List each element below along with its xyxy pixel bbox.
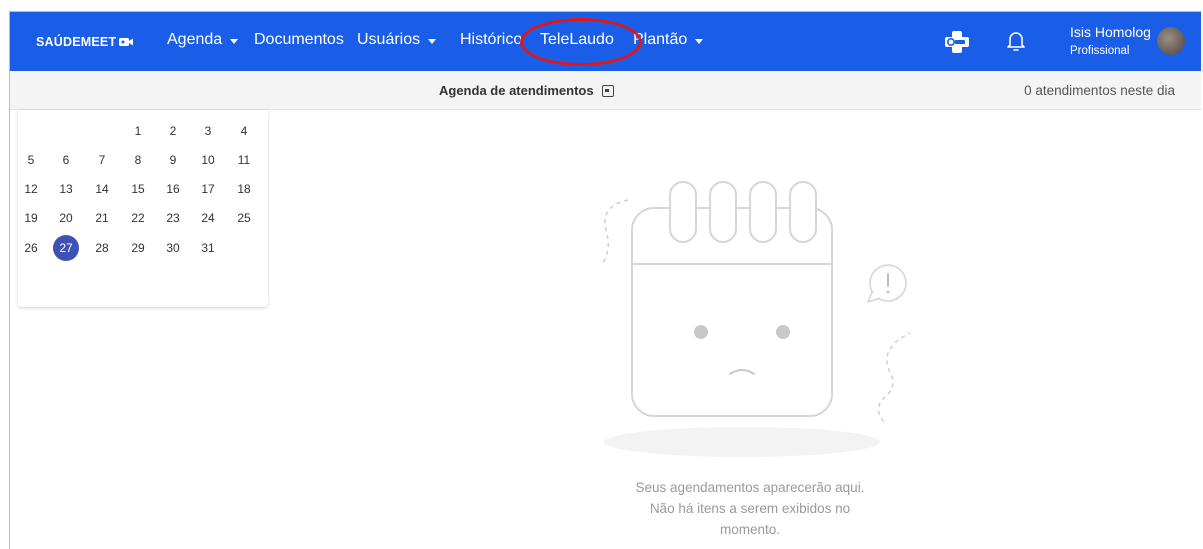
bell-icon[interactable] xyxy=(1006,30,1026,52)
calendar-day[interactable]: 9 xyxy=(160,147,186,173)
calendar-day[interactable]: 20 xyxy=(53,205,79,231)
nav-historico[interactable]: Histórico xyxy=(460,31,522,49)
logo-text: SAÚDEMEET xyxy=(36,35,117,49)
calendar-day[interactable]: 17 xyxy=(195,176,221,202)
empty-calendar-illustration xyxy=(601,181,910,457)
avatar[interactable] xyxy=(1157,27,1185,55)
nav-agenda[interactable]: Agenda xyxy=(167,31,239,49)
calendar-day[interactable]: 6 xyxy=(53,147,79,173)
annotation-highlight-circle xyxy=(520,18,642,66)
calendar-day[interactable]: 14 xyxy=(89,176,115,202)
calendar-day[interactable]: 28 xyxy=(89,235,115,261)
nav-agenda-label: Agenda xyxy=(167,31,223,48)
sus-logo-icon[interactable] xyxy=(945,31,969,53)
calendar-day[interactable]: 24 xyxy=(195,205,221,231)
nav-usuarios[interactable]: Usuários xyxy=(357,31,437,49)
calendar-day[interactable]: 16 xyxy=(160,176,186,202)
calendar-day[interactable]: 2 xyxy=(160,118,186,144)
calendar-day[interactable]: 13 xyxy=(53,176,79,202)
calendar-day[interactable]: 5 xyxy=(18,147,44,173)
user-role: Profissional xyxy=(1070,45,1130,57)
calendar-day[interactable]: 10 xyxy=(195,147,221,173)
chevron-down-icon xyxy=(428,38,437,44)
calendar-day[interactable]: 26 xyxy=(18,235,44,261)
calendar-icon[interactable] xyxy=(601,84,614,97)
calendar-day-selected[interactable]: 27 xyxy=(53,235,79,261)
app-window: SAÚDEMEET Agenda Documentos Usuários His… xyxy=(9,11,1201,549)
page-title-text: Agenda de atendimentos xyxy=(439,83,594,98)
calendar-day[interactable]: 19 xyxy=(18,205,44,231)
calendar-day[interactable]: 18 xyxy=(231,176,257,202)
empty-state-line-1: Seus agendamentos aparecerão aqui. xyxy=(635,480,865,495)
calendar-day[interactable]: 15 xyxy=(125,176,151,202)
top-navbar: SAÚDEMEET Agenda Documentos Usuários His… xyxy=(10,12,1201,71)
calendar-day[interactable]: 8 xyxy=(125,147,151,173)
nav-documentos-label: Documentos xyxy=(254,31,344,48)
nav-usuarios-label: Usuários xyxy=(357,31,421,48)
camera-icon xyxy=(119,38,134,46)
nav-historico-label: Histórico xyxy=(460,31,523,48)
agenda-header-bar: Agenda de atendimentos 0 atendimentos ne… xyxy=(10,71,1201,110)
calendar-day[interactable]: 7 xyxy=(89,147,115,173)
calendar-day[interactable]: 1 xyxy=(125,118,151,144)
calendar-day[interactable]: 11 xyxy=(231,147,257,173)
empty-state-line-2: Não há itens a serem exibidos no xyxy=(649,501,851,516)
calendar-day[interactable]: 4 xyxy=(231,118,257,144)
calendar-day[interactable]: 21 xyxy=(89,205,115,231)
calendar-day[interactable]: 31 xyxy=(195,235,221,261)
nav-plantao[interactable]: Plantão xyxy=(633,31,704,49)
calendar-day[interactable]: 12 xyxy=(18,176,44,202)
calendar-day[interactable]: 29 xyxy=(125,235,151,261)
calendar-day[interactable]: 23 xyxy=(160,205,186,231)
chevron-down-icon xyxy=(695,38,704,44)
app-logo[interactable]: SAÚDEMEET xyxy=(36,35,134,49)
page-title[interactable]: Agenda de atendimentos xyxy=(439,83,614,98)
calendar-day[interactable]: 22 xyxy=(125,205,151,231)
month-calendar: 1 2 3 4 5 6 7 8 9 10 11 12 13 14 15 16 17 18 19 20 21 22 23 24 2… xyxy=(18,110,268,307)
empty-state-line-3: momento. xyxy=(719,522,781,537)
chevron-down-icon xyxy=(230,38,239,44)
calendar-day[interactable]: 3 xyxy=(195,118,221,144)
user-name[interactable]: Isis Homolog xyxy=(1070,24,1151,40)
appointments-count: 0 atendimentos neste dia xyxy=(1024,83,1175,98)
calendar-day[interactable]: 25 xyxy=(231,205,257,231)
calendar-day[interactable]: 30 xyxy=(160,235,186,261)
nav-documentos[interactable]: Documentos xyxy=(254,31,344,49)
